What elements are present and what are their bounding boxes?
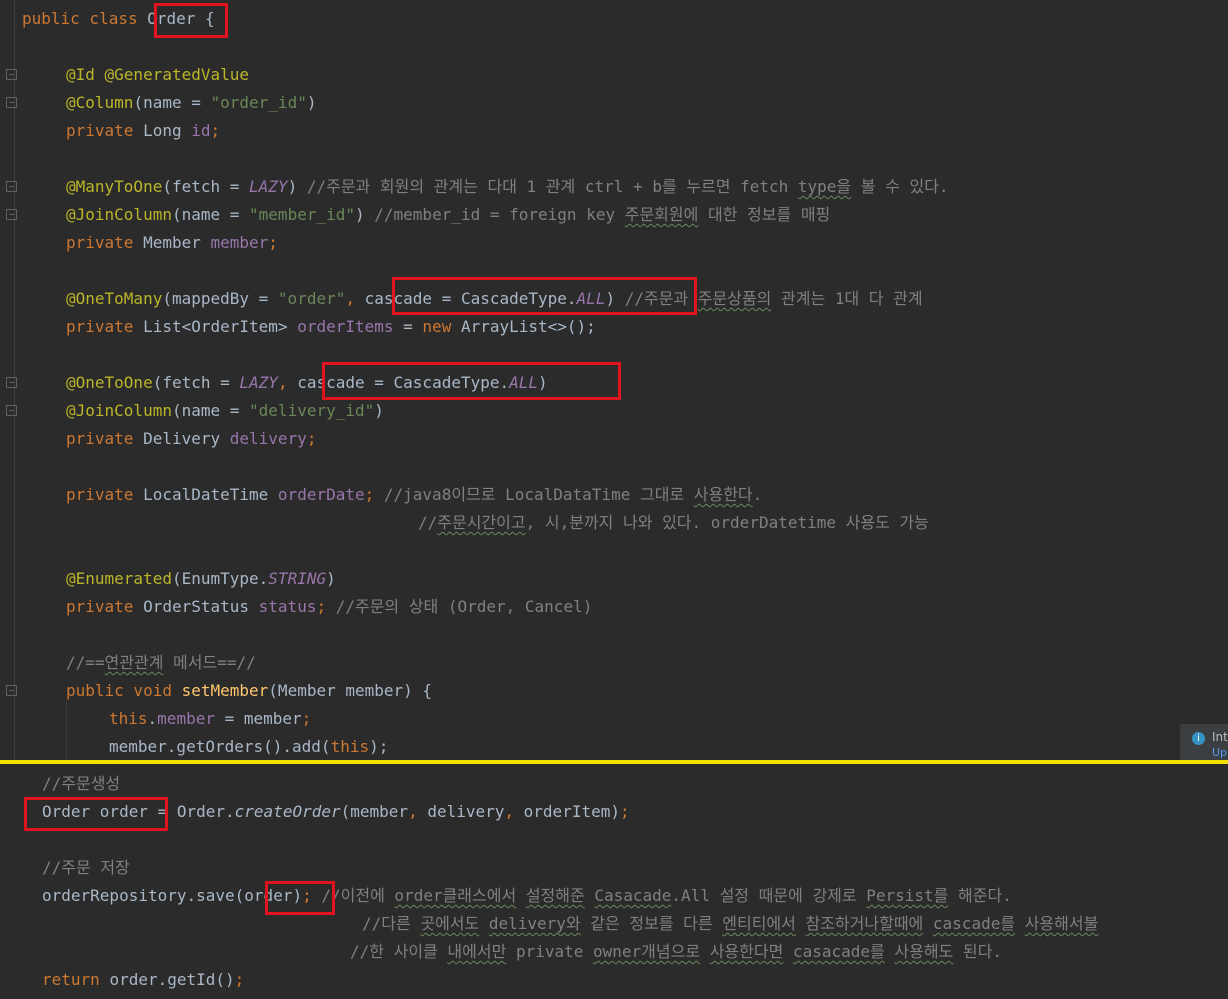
fold-icon[interactable]	[6, 685, 17, 696]
code-line: //한 사이클 내에서만 private owner개념으로 사용한다면 cas…	[350, 942, 1002, 961]
code-line: public void setMember(Member member) {	[66, 681, 433, 700]
code-line: private Member member;	[66, 233, 278, 252]
code-line: //주문 저장	[42, 858, 130, 877]
code-line: private OrderStatus status; //주문의 상태 (Or…	[66, 597, 593, 616]
highlight-box-order-variable	[24, 797, 168, 831]
code-line: @ManyToOne(fetch = LAZY) //주문과 회원의 관계는 다…	[66, 177, 949, 196]
code-line: return order.getId();	[42, 970, 245, 989]
highlight-box-class-name	[154, 3, 228, 38]
fold-icon[interactable]	[6, 69, 17, 80]
indent-guide	[66, 700, 67, 760]
code-line: @Enumerated(EnumType.STRING)	[66, 569, 336, 588]
code-line: //==연관관계 메서드==//	[66, 653, 256, 672]
fold-icon[interactable]	[6, 181, 17, 192]
highlight-box-cascade-onetomany	[392, 277, 697, 315]
code-line: @JoinColumn(name = "member_id") //member…	[66, 205, 831, 224]
notification-link[interactable]: Up	[1212, 746, 1227, 759]
code-line: @Column(name = "order_id")	[66, 93, 317, 112]
notification-popup[interactable]: i Int Up	[1180, 724, 1228, 760]
code-line: //주문생성	[42, 774, 121, 793]
highlight-box-cascade-onetoone	[322, 362, 621, 400]
code-line: private LocalDateTime orderDate; //java8…	[66, 485, 763, 504]
code-line: member.getOrders().add(this);	[109, 737, 389, 756]
notification-title: Int	[1212, 730, 1228, 744]
code-line: this.member = member;	[109, 709, 312, 728]
fold-icon[interactable]	[6, 405, 17, 416]
code-line: private List<OrderItem> orderItems = new…	[66, 317, 596, 336]
fold-icon[interactable]	[6, 209, 17, 220]
info-icon: i	[1192, 732, 1205, 745]
fold-icon[interactable]	[6, 97, 17, 108]
code-line: orderRepository.save(order); //이전에 order…	[42, 886, 1012, 905]
code-line: @Id @GeneratedValue	[66, 65, 250, 84]
code-line: private Long id;	[66, 121, 221, 140]
code-line: @JoinColumn(name = "delivery_id")	[66, 401, 384, 420]
fold-icon[interactable]	[6, 377, 17, 388]
code-line: private Delivery delivery;	[66, 429, 317, 448]
code-line: //다른 곳에서도 delivery와 같은 정보를 다른 엔티티에서 참조하거…	[362, 914, 1099, 933]
highlight-box-save-argument	[265, 881, 335, 915]
bottom-code-editor[interactable]: //주문생성 Order order = Order.createOrder(m…	[0, 764, 1228, 999]
code-line: //주문시간이고, 시,분까지 나와 있다. orderDatetime 사용도…	[418, 513, 929, 532]
top-code-editor[interactable]: public class Order { @Id @GeneratedValue…	[0, 0, 1228, 760]
